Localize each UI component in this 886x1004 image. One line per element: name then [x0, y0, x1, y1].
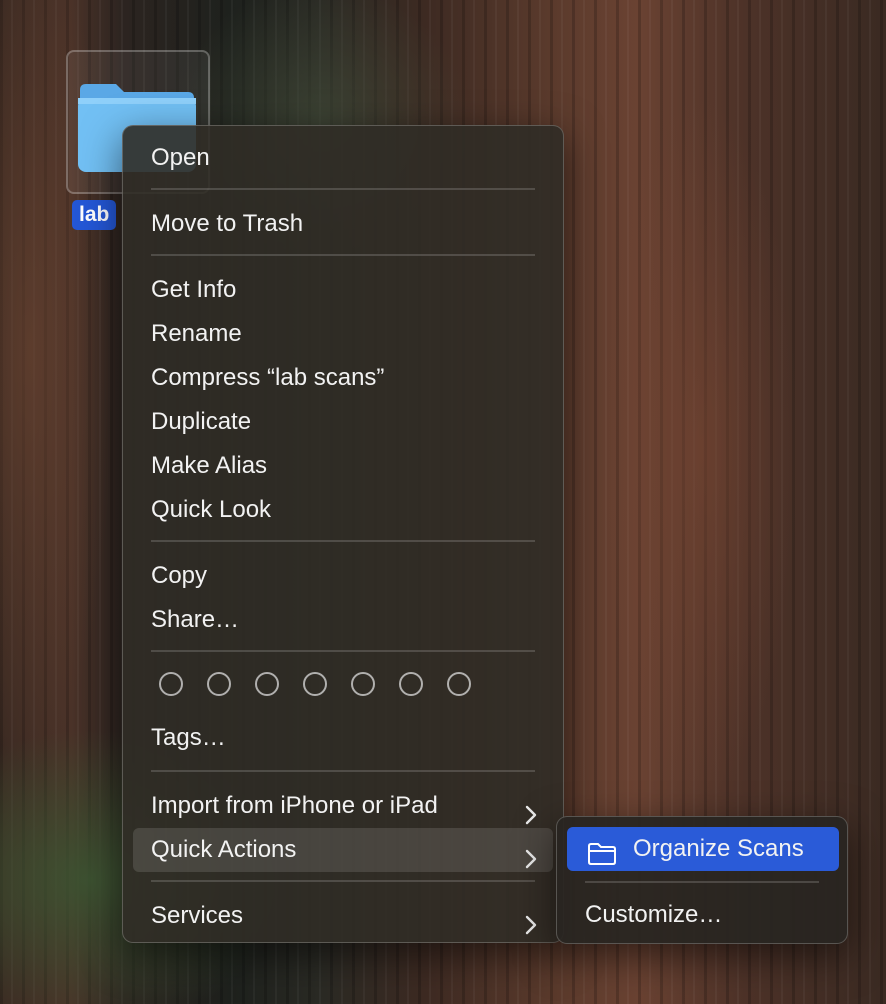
menu-separator — [151, 880, 535, 882]
menu-item-share[interactable]: Share… — [133, 598, 553, 642]
menu-separator — [585, 881, 819, 883]
menu-separator — [151, 188, 535, 190]
menu-item-duplicate[interactable]: Duplicate — [133, 400, 553, 444]
menu-separator — [151, 254, 535, 256]
folder-icon — [587, 837, 617, 881]
submenu-item-organize-scans[interactable]: Organize Scans — [567, 827, 839, 871]
context-menu: Open Move to Trash Get Info Rename Compr… — [122, 125, 564, 943]
menu-item-compress[interactable]: Compress “lab scans” — [133, 356, 553, 400]
menu-item-open[interactable]: Open — [133, 136, 553, 180]
tag-color-circle[interactable] — [447, 672, 471, 696]
quick-actions-submenu: Organize Scans Customize… — [556, 816, 848, 944]
folder-label[interactable]: lab — [72, 200, 117, 230]
menu-separator — [151, 770, 535, 772]
menu-item-move-to-trash[interactable]: Move to Trash — [133, 202, 553, 246]
menu-item-quick-look[interactable]: Quick Look — [133, 488, 553, 532]
tag-color-circle[interactable] — [399, 672, 423, 696]
submenu-item-customize[interactable]: Customize… — [567, 893, 839, 937]
menu-item-quick-actions[interactable]: Quick Actions — [133, 828, 553, 872]
chevron-right-icon — [525, 840, 537, 884]
chevron-right-icon — [525, 906, 537, 950]
tag-color-circle[interactable] — [303, 672, 327, 696]
tag-color-circle[interactable] — [159, 672, 183, 696]
menu-item-rename[interactable]: Rename — [133, 312, 553, 356]
menu-item-services[interactable]: Services — [133, 894, 553, 938]
menu-separator — [151, 540, 535, 542]
tag-color-circle[interactable] — [255, 672, 279, 696]
tag-color-circle[interactable] — [207, 672, 231, 696]
tag-color-circle[interactable] — [351, 672, 375, 696]
menu-item-import-iphone[interactable]: Import from iPhone or iPad — [133, 784, 553, 828]
menu-item-label: Services — [151, 902, 244, 929]
menu-item-label: Quick Actions — [151, 836, 297, 863]
submenu-item-label: Organize Scans — [633, 835, 804, 862]
menu-item-tags[interactable]: Tags… — [133, 716, 553, 760]
menu-item-get-info[interactable]: Get Info — [133, 268, 553, 312]
menu-item-copy[interactable]: Copy — [133, 554, 553, 598]
menu-item-make-alias[interactable]: Make Alias — [133, 444, 553, 488]
menu-item-label: Import from iPhone or iPad — [151, 792, 438, 819]
menu-separator — [151, 650, 535, 652]
